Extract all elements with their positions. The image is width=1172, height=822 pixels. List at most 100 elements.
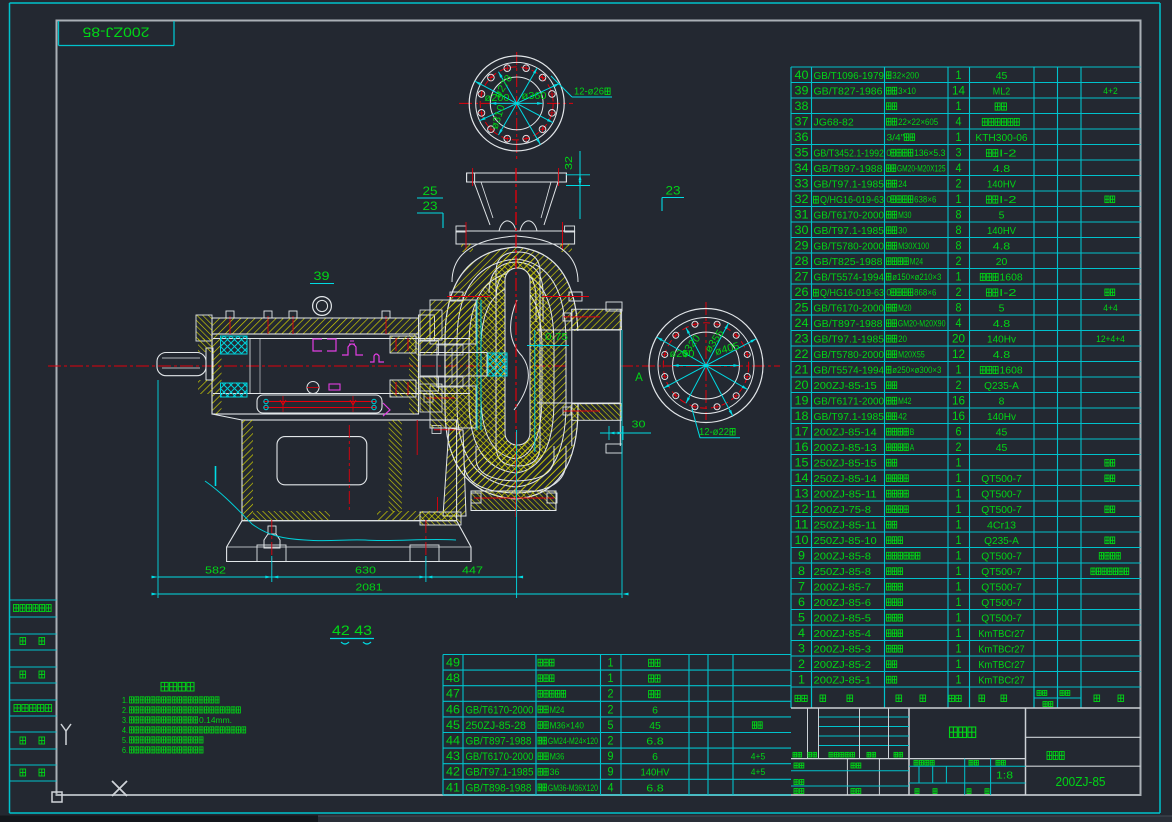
svg-text:20: 20 [898,334,907,344]
svg-text:3.: 3. [122,716,128,725]
svg-text:200ZJ-85-2: 200ZJ-85-2 [814,659,872,671]
svg-text:42: 42 [446,765,460,779]
svg-text:4.8: 4.8 [993,318,1011,330]
svg-text:24: 24 [898,179,907,189]
svg-text:868×6: 868×6 [914,288,936,298]
svg-text:GM20-M20X90: GM20-M20X90 [898,319,946,329]
svg-text:GB/T3452.1-1992: GB/T3452.1-1992 [814,148,885,160]
svg-text:1: 1 [956,101,962,113]
svg-text:GB/T6170-2000: GB/T6170-2000 [814,303,885,315]
svg-text:ø150×ø210×3: ø150×ø210×3 [892,272,941,282]
svg-text:45: 45 [996,442,1008,454]
svg-text:12+4+4: 12+4+4 [1096,334,1125,345]
svg-text:1: 1 [608,658,614,670]
svg-text:630: 630 [355,565,376,577]
svg-text:250ZJ-85-8: 250ZJ-85-8 [814,566,872,578]
svg-text:4: 4 [608,782,615,794]
svg-text:QT500-7: QT500-7 [981,582,1022,594]
svg-text:30: 30 [632,419,646,431]
svg-text:26: 26 [795,285,809,299]
svg-text:GB/T5574-1994: GB/T5574-1994 [814,365,885,377]
svg-text:4+5: 4+5 [751,752,765,763]
svg-text:140HV: 140HV [641,767,670,779]
svg-text:1: 1 [956,70,962,82]
svg-text:ø250×ø300×3: ø250×ø300×3 [892,365,941,375]
svg-text:200ZJ-85: 200ZJ-85 [1056,774,1106,789]
svg-text:0.75: 0.75 [545,332,569,343]
svg-text:1:8: 1:8 [996,771,1014,782]
svg-text:200ZJ-75-8: 200ZJ-75-8 [814,504,872,516]
svg-text:8: 8 [956,303,962,315]
svg-text:GB/T97.1-1985: GB/T97.1-1985 [466,767,534,779]
svg-text:33: 33 [795,177,809,191]
svg-text:32×200: 32×200 [892,71,919,81]
svg-text:6: 6 [798,595,805,609]
svg-text:ø360: ø360 [522,90,547,102]
svg-text:8: 8 [956,241,962,253]
svg-text:2: 2 [956,442,962,454]
svg-text:9: 9 [608,751,614,763]
svg-text:4Cr13: 4Cr13 [987,520,1016,532]
svg-text:1: 1 [956,473,962,485]
svg-text:14: 14 [795,471,809,485]
svg-text:20: 20 [795,378,809,392]
svg-text:O: O [887,288,892,298]
svg-text:4+5: 4+5 [751,767,765,778]
svg-text:23: 23 [666,184,681,198]
svg-text:2.: 2. [122,706,128,715]
svg-text:GB/T5574-1994: GB/T5574-1994 [814,272,885,284]
svg-text:1: 1 [956,628,962,640]
svg-text:GB/T897-1988: GB/T897-1988 [466,736,532,748]
svg-text:QT500-7: QT500-7 [981,613,1022,625]
svg-text:KmTBCr27: KmTBCr27 [978,644,1025,656]
svg-text:A: A [910,443,915,453]
svg-text:1: 1 [956,659,962,671]
svg-text:10: 10 [795,533,809,547]
svg-text:200ZJ-85: 200ZJ-85 [82,25,149,41]
svg-text:30: 30 [898,226,907,236]
svg-text:42 43: 42 43 [332,623,372,638]
svg-text:M30: M30 [898,210,911,220]
svg-text:A: A [635,372,643,384]
svg-text:15: 15 [795,456,809,470]
svg-text:M24: M24 [910,257,923,267]
svg-text:GB/T827-1986: GB/T827-1986 [814,86,883,98]
svg-text:4.8: 4.8 [993,163,1011,175]
svg-text:B: B [910,427,915,437]
svg-text:140HV: 140HV [987,179,1016,191]
svg-text:GM36-M36X120: GM36-M36X120 [548,783,598,794]
svg-text:25: 25 [423,184,438,198]
svg-text:5: 5 [608,720,614,732]
svg-text:O: O [887,148,892,158]
svg-text:140HV: 140HV [987,225,1016,237]
svg-text:Q235-A: Q235-A [984,380,1019,392]
svg-text:5: 5 [798,611,805,625]
svg-text:200ZJ-85-5: 200ZJ-85-5 [814,613,872,625]
svg-text:1: 1 [956,582,962,594]
svg-text:16: 16 [795,440,809,454]
svg-text:250ZJ-85-28: 250ZJ-85-28 [466,720,527,732]
svg-text:37: 37 [795,115,809,129]
svg-text:42: 42 [898,412,907,422]
svg-text:GB/T5780-2000: GB/T5780-2000 [814,349,885,361]
svg-text:I-2: I-2 [999,287,1017,299]
svg-text:12: 12 [795,502,809,516]
svg-text:43: 43 [446,749,460,763]
svg-text:35: 35 [795,146,809,160]
svg-text:M20: M20 [898,303,911,313]
svg-text:6.8: 6.8 [646,736,664,748]
svg-text:1: 1 [608,673,614,685]
svg-text:M20X55: M20X55 [898,350,925,360]
svg-text:38: 38 [795,99,809,113]
svg-text:2: 2 [956,256,962,268]
svg-text:4+4: 4+4 [1103,303,1117,314]
svg-text:JG68-82: JG68-82 [814,117,854,129]
svg-text:18: 18 [795,409,809,423]
svg-text:I-2: I-2 [999,148,1017,160]
svg-text:M42: M42 [898,396,911,406]
svg-text:4: 4 [956,318,963,330]
svg-text:1: 1 [956,566,962,578]
svg-text:3: 3 [956,148,962,160]
svg-text:4: 4 [956,163,963,175]
svg-text:8: 8 [798,564,805,578]
